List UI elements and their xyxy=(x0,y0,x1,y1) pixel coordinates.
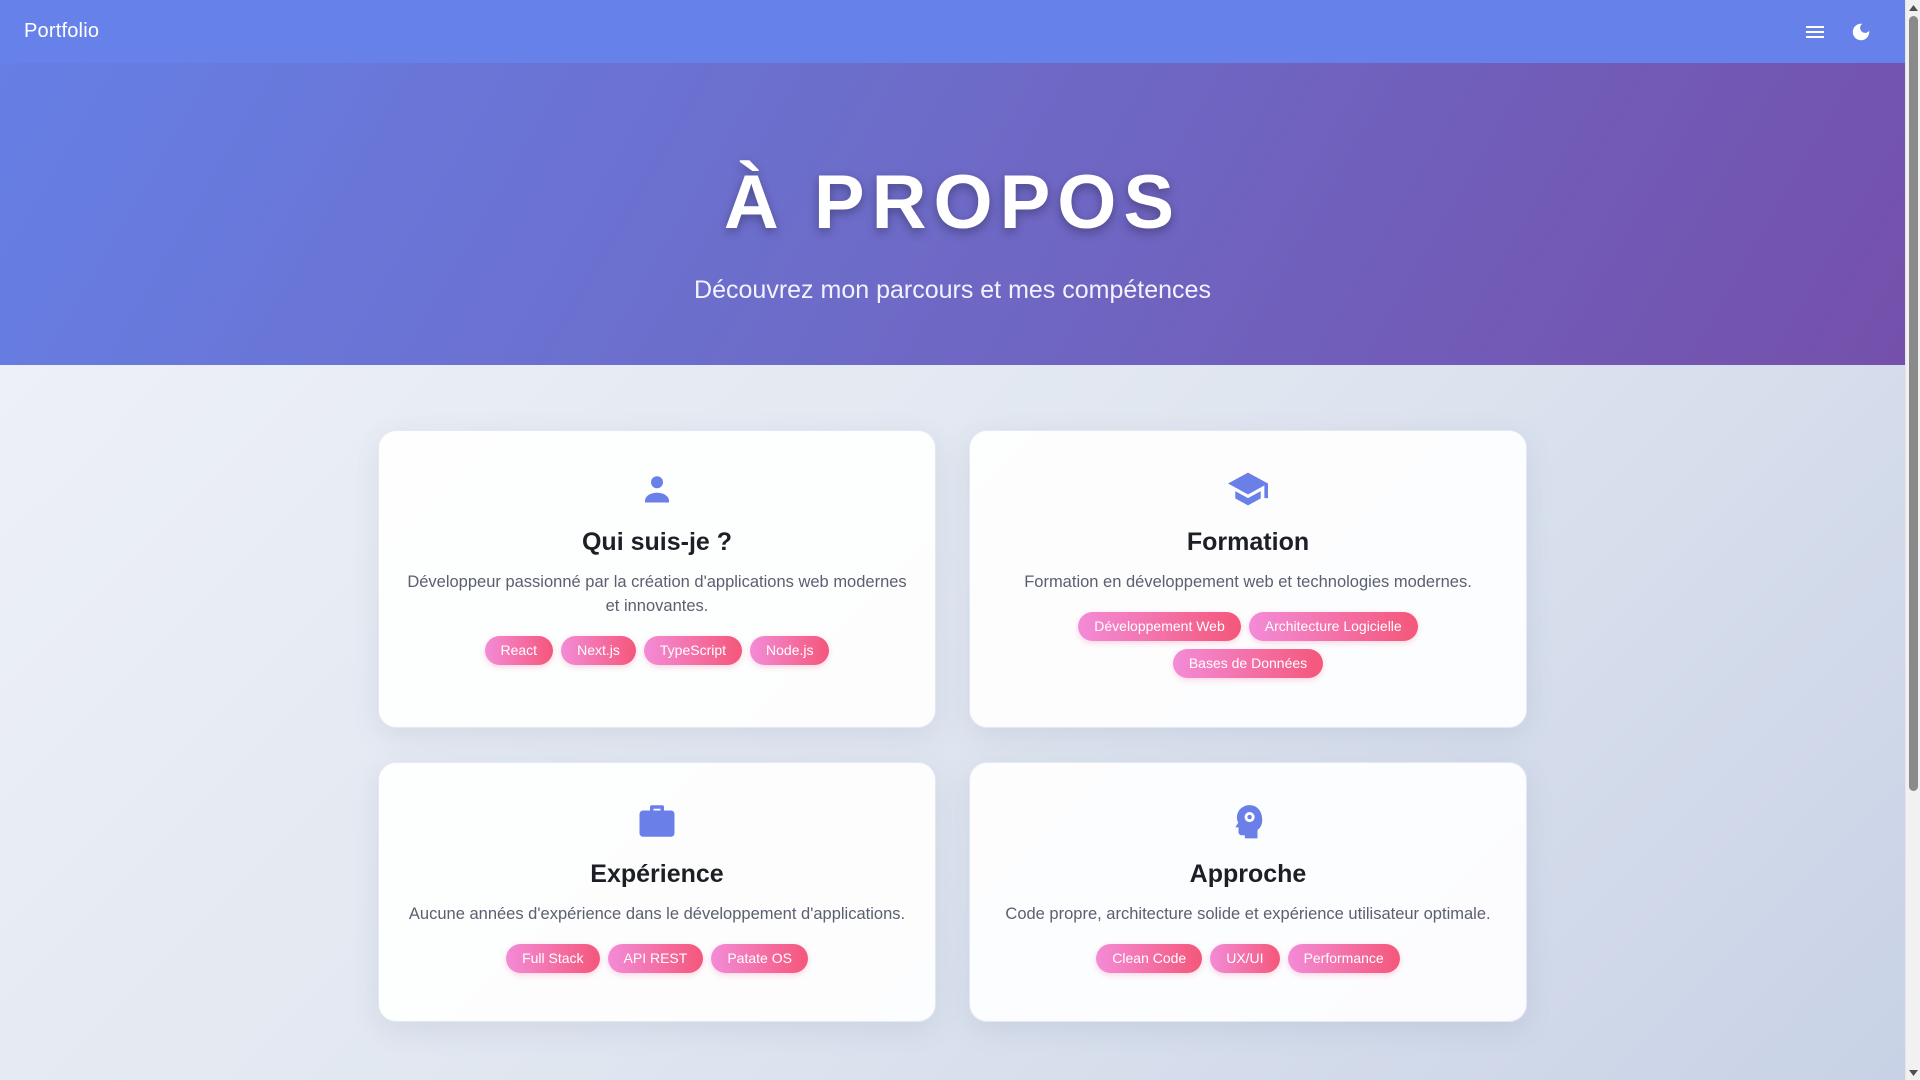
scroll-up-arrow-icon[interactable] xyxy=(1906,0,1920,15)
card-title: Expérience xyxy=(590,860,724,888)
hamburger-menu-icon[interactable] xyxy=(1803,20,1827,44)
tag-chip[interactable]: API REST xyxy=(607,944,704,973)
scroll-down-arrow-icon[interactable] xyxy=(1906,1065,1920,1080)
card-text: Formation en développement web et techno… xyxy=(1024,573,1472,591)
about-card-experience: Expérience Aucune années d'expérience da… xyxy=(378,762,936,1022)
tag-chip[interactable]: Bases de Données xyxy=(1172,649,1324,678)
head-gear-icon xyxy=(1226,799,1270,843)
about-card-approach: Approche Code propre, architecture solid… xyxy=(969,762,1527,1022)
tag-chip[interactable]: Patate OS xyxy=(711,944,808,973)
tag-chip[interactable]: Next.js xyxy=(561,636,636,665)
brand-logo[interactable]: Portfolio xyxy=(24,20,99,43)
tag-list: Clean Code UX/UI Performance xyxy=(1096,944,1400,973)
hero-banner: À PROPOS Découvrez mon parcours et mes c… xyxy=(0,63,1905,365)
page: Portfolio À PROPOS Découvrez mon parcour… xyxy=(0,0,1905,1080)
tag-chip[interactable]: Performance xyxy=(1287,944,1400,973)
tag-list: Développement Web Architecture Logiciell… xyxy=(1068,612,1428,678)
vertical-scrollbar[interactable] xyxy=(1905,0,1920,1080)
tag-chip[interactable]: Architecture Logicielle xyxy=(1248,612,1418,641)
card-text: Aucune années d'expérience dans le dével… xyxy=(408,905,906,923)
card-text: Code propre, architecture solide et expé… xyxy=(1005,905,1491,923)
person-icon xyxy=(635,467,679,511)
graduation-cap-icon xyxy=(1226,467,1270,511)
tag-chip[interactable]: TypeScript xyxy=(643,636,743,665)
page-title: À PROPOS xyxy=(723,160,1182,245)
tag-chip[interactable]: UX/UI xyxy=(1210,944,1280,973)
about-cards-grid: Qui suis-je ? Développeur passionné par … xyxy=(378,430,1527,1022)
navbar: Portfolio xyxy=(0,0,1905,63)
tag-chip[interactable]: React xyxy=(484,636,554,665)
card-title: Qui suis-je ? xyxy=(581,528,733,556)
about-card-who: Qui suis-je ? Développeur passionné par … xyxy=(378,430,936,728)
nav-actions xyxy=(1803,20,1881,44)
scrollbar-thumb[interactable] xyxy=(1909,16,1918,791)
page-subtitle: Découvrez mon parcours et mes compétence… xyxy=(694,276,1211,304)
card-title: Approche xyxy=(1189,860,1307,888)
tag-chip[interactable]: Développement Web xyxy=(1078,612,1241,641)
tag-list: React Next.js TypeScript Node.js xyxy=(484,636,830,665)
moon-icon[interactable] xyxy=(1849,20,1873,44)
card-title: Formation xyxy=(1186,528,1310,556)
tag-list: Full Stack API REST Patate OS xyxy=(506,944,808,973)
tag-chip[interactable]: Node.js xyxy=(750,636,830,665)
card-text: Développeur passionné par la création d'… xyxy=(407,573,907,615)
briefcase-icon xyxy=(635,799,679,843)
tag-chip[interactable]: Clean Code xyxy=(1096,944,1203,973)
about-card-formation: Formation Formation en développement web… xyxy=(969,430,1527,728)
tag-chip[interactable]: Full Stack xyxy=(506,944,600,973)
